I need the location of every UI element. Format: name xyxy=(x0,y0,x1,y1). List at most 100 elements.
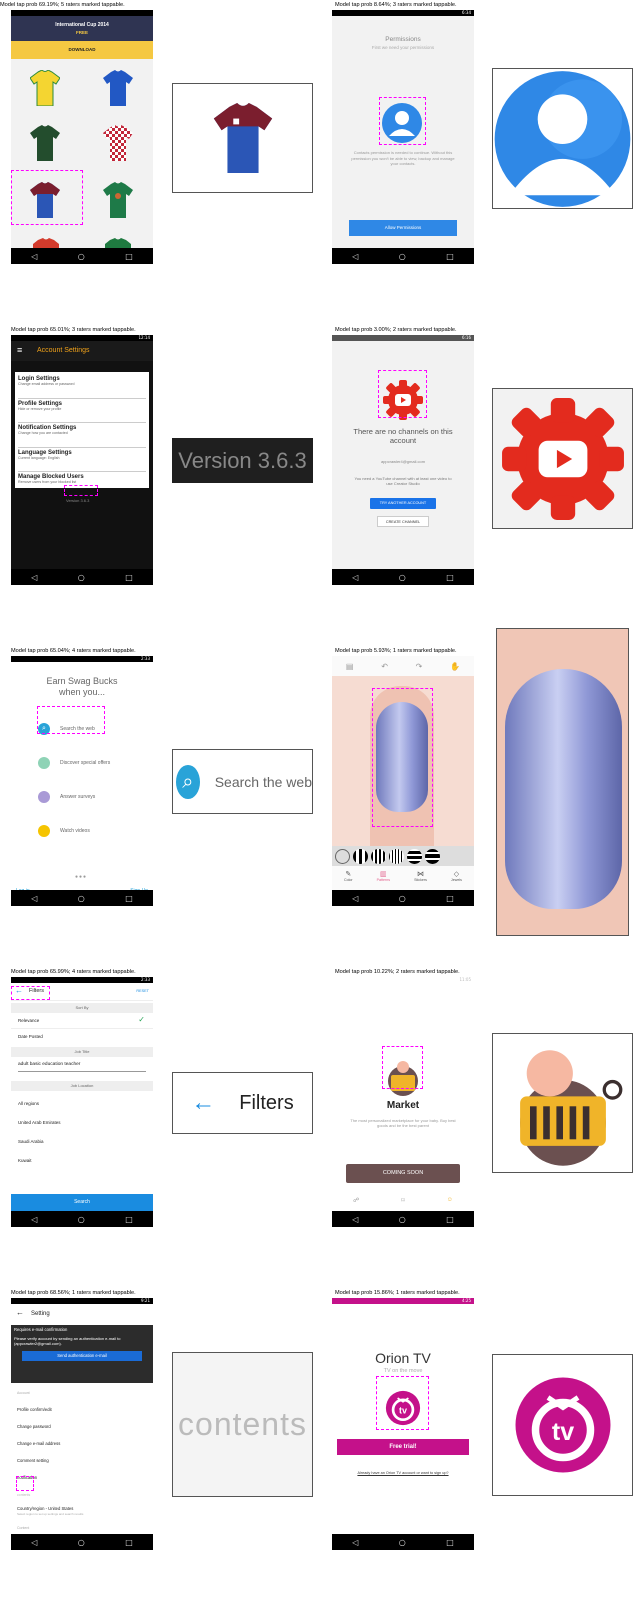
tab-color[interactable]: ✎ Color xyxy=(344,870,353,890)
caption: Model tap prob 3.00%; 2 raters marked ta… xyxy=(335,327,457,333)
jersey-green[interactable] xyxy=(30,125,60,161)
free-trial-button[interactable]: Free trial! xyxy=(337,1439,469,1455)
list-item[interactable]: Profile Settings Hide or remove your prof… xyxy=(18,401,146,423)
pattern-bars[interactable] xyxy=(389,848,404,864)
settings-list: Login Settings Change email address or pa… xyxy=(15,372,149,488)
market-title: Market xyxy=(386,1100,420,1111)
jersey-mexico[interactable] xyxy=(103,182,133,218)
location-item[interactable]: Saudi Arabia xyxy=(18,1139,44,1144)
list-item[interactable]: Answer surveys xyxy=(38,790,95,804)
tab-patterns[interactable]: ▥ Patterns xyxy=(377,870,390,890)
location-item[interactable]: United Arab Emirates xyxy=(18,1120,61,1125)
sort-date[interactable]: Date Posted xyxy=(11,1029,153,1045)
recents-icon[interactable]: □ xyxy=(125,1215,133,1224)
nav-bar: ◁ ○ □ xyxy=(11,569,153,585)
jersey-brazil[interactable] xyxy=(30,70,60,106)
offers-icon xyxy=(38,757,50,769)
recents-icon[interactable]: □ xyxy=(125,573,133,582)
tab-icon[interactable]: ☺ xyxy=(447,1197,453,1209)
send-auth-email-button[interactable]: Send authentication e-mail xyxy=(22,1351,142,1361)
home-icon[interactable]: ○ xyxy=(399,1538,406,1547)
app-bar: ← Setting xyxy=(11,1304,153,1324)
coming-soon-button[interactable]: COMING SOON xyxy=(346,1164,460,1183)
acct-title: Account Settings xyxy=(37,347,90,354)
contents-header[interactable]: contents xyxy=(17,1493,30,1497)
list-item[interactable]: Login Settings Change email address or pa… xyxy=(18,376,146,399)
caption: Model tap prob 68.56%; 1 raters marked t… xyxy=(11,1290,136,1296)
back-icon[interactable]: ◁ xyxy=(352,894,358,903)
pattern-check[interactable] xyxy=(353,848,368,864)
undo-icon[interactable]: ↶ xyxy=(381,662,388,671)
hand-icon[interactable]: ✋ xyxy=(450,662,460,671)
tab-icon[interactable]: ⌑ xyxy=(401,1197,404,1209)
home-icon[interactable]: ○ xyxy=(78,1215,85,1224)
download-button[interactable]: DOWNLOAD xyxy=(11,41,153,59)
recents-icon[interactable]: □ xyxy=(446,573,454,582)
pattern-wide[interactable] xyxy=(425,848,440,864)
recents-icon[interactable]: □ xyxy=(446,894,454,903)
yt-body: You need a YouTube channel with at least… xyxy=(354,476,452,486)
job-title-input[interactable]: adult basic education teacher xyxy=(18,1062,146,1072)
back-icon[interactable]: ◁ xyxy=(352,252,358,261)
home-icon[interactable]: ○ xyxy=(399,1215,406,1224)
tab-jewels[interactable]: ◇ Jewels xyxy=(451,870,462,890)
back-icon[interactable]: ◁ xyxy=(352,1215,358,1224)
location-item[interactable]: Kuwait xyxy=(18,1158,32,1163)
search-button[interactable]: Search xyxy=(11,1194,153,1211)
recents-icon[interactable]: □ xyxy=(446,1538,454,1547)
home-icon[interactable]: ○ xyxy=(78,573,85,582)
perm-body: Contacts permission is needed to continu… xyxy=(351,150,455,166)
country-region-item[interactable]: Country/region - United States Select re… xyxy=(17,1506,83,1516)
back-icon[interactable]: ◁ xyxy=(31,252,37,261)
caption: Model tap prob 65.01%; 3 raters marked t… xyxy=(11,327,136,333)
back-icon[interactable]: ◁ xyxy=(31,1538,37,1547)
pattern-none[interactable] xyxy=(335,848,350,864)
list-item[interactable]: Language Settings Current language: Engli… xyxy=(18,450,146,472)
back-icon[interactable]: ◁ xyxy=(352,573,358,582)
back-icon[interactable]: ◁ xyxy=(352,1538,358,1547)
sort-relevance[interactable]: Relevance ✓ xyxy=(11,1013,153,1029)
list-item[interactable]: Watch videos xyxy=(38,824,90,838)
location-item[interactable]: All regions xyxy=(18,1101,39,1106)
redo-icon[interactable]: ↷ xyxy=(416,662,423,671)
pattern-stripes[interactable] xyxy=(371,848,386,864)
recents-icon[interactable]: □ xyxy=(125,894,133,903)
jersey-italy[interactable] xyxy=(103,70,133,106)
pattern-hstripes[interactable] xyxy=(407,848,422,864)
home-icon[interactable]: ○ xyxy=(78,252,85,261)
arrow-back-icon[interactable]: ← xyxy=(16,1308,24,1317)
recents-icon[interactable]: □ xyxy=(446,1215,454,1224)
reset-button[interactable]: RESET xyxy=(136,989,149,993)
zoom-version: Version 3.6.3 xyxy=(172,438,313,483)
setting-item[interactable]: Change password xyxy=(17,1424,51,1429)
tab-icon[interactable]: ☍ xyxy=(353,1197,359,1209)
recents-icon[interactable]: □ xyxy=(125,1538,133,1547)
try-another-account-button[interactable]: TRY ANOTHER ACCOUNT xyxy=(370,498,436,509)
signin-link[interactable]: Already have an Orion TV account or want… xyxy=(332,1471,474,1475)
clipboard-icon[interactable]: ▤ xyxy=(346,662,354,671)
home-icon[interactable]: ○ xyxy=(78,1538,85,1547)
setting-item[interactable]: Profile confirm/edit xyxy=(17,1407,52,1412)
orion-tv-icon-zoom: tv xyxy=(515,1377,610,1473)
pattern-strip[interactable] xyxy=(332,846,474,866)
home-icon[interactable]: ○ xyxy=(399,573,406,582)
orion-title: Orion TV xyxy=(375,1350,431,1366)
home-icon[interactable]: ○ xyxy=(399,252,406,261)
tab-stickers[interactable]: ⋈ Stickers xyxy=(414,870,427,890)
setting-item[interactable]: Comment setting xyxy=(17,1458,49,1463)
back-icon[interactable]: ◁ xyxy=(31,573,37,582)
allow-permissions-button[interactable]: Allow Permissions xyxy=(349,220,457,236)
list-item[interactable]: Notification Settings Change how you are … xyxy=(18,425,146,448)
create-channel-button[interactable]: CREATE CHANNEL xyxy=(377,516,429,527)
jersey-croatia-home[interactable] xyxy=(103,125,133,161)
target-highlight xyxy=(376,1376,429,1430)
setting-item[interactable]: Change e-mail address xyxy=(17,1441,60,1446)
back-icon[interactable]: ◁ xyxy=(31,894,37,903)
home-icon[interactable]: ○ xyxy=(78,894,85,903)
home-icon[interactable]: ○ xyxy=(399,894,406,903)
recents-icon[interactable]: □ xyxy=(446,252,454,261)
recents-icon[interactable]: □ xyxy=(125,252,133,261)
list-item[interactable]: Discover special offers xyxy=(38,756,110,770)
back-icon[interactable]: ◁ xyxy=(31,1215,37,1224)
menu-icon[interactable]: ≡ xyxy=(17,345,22,355)
